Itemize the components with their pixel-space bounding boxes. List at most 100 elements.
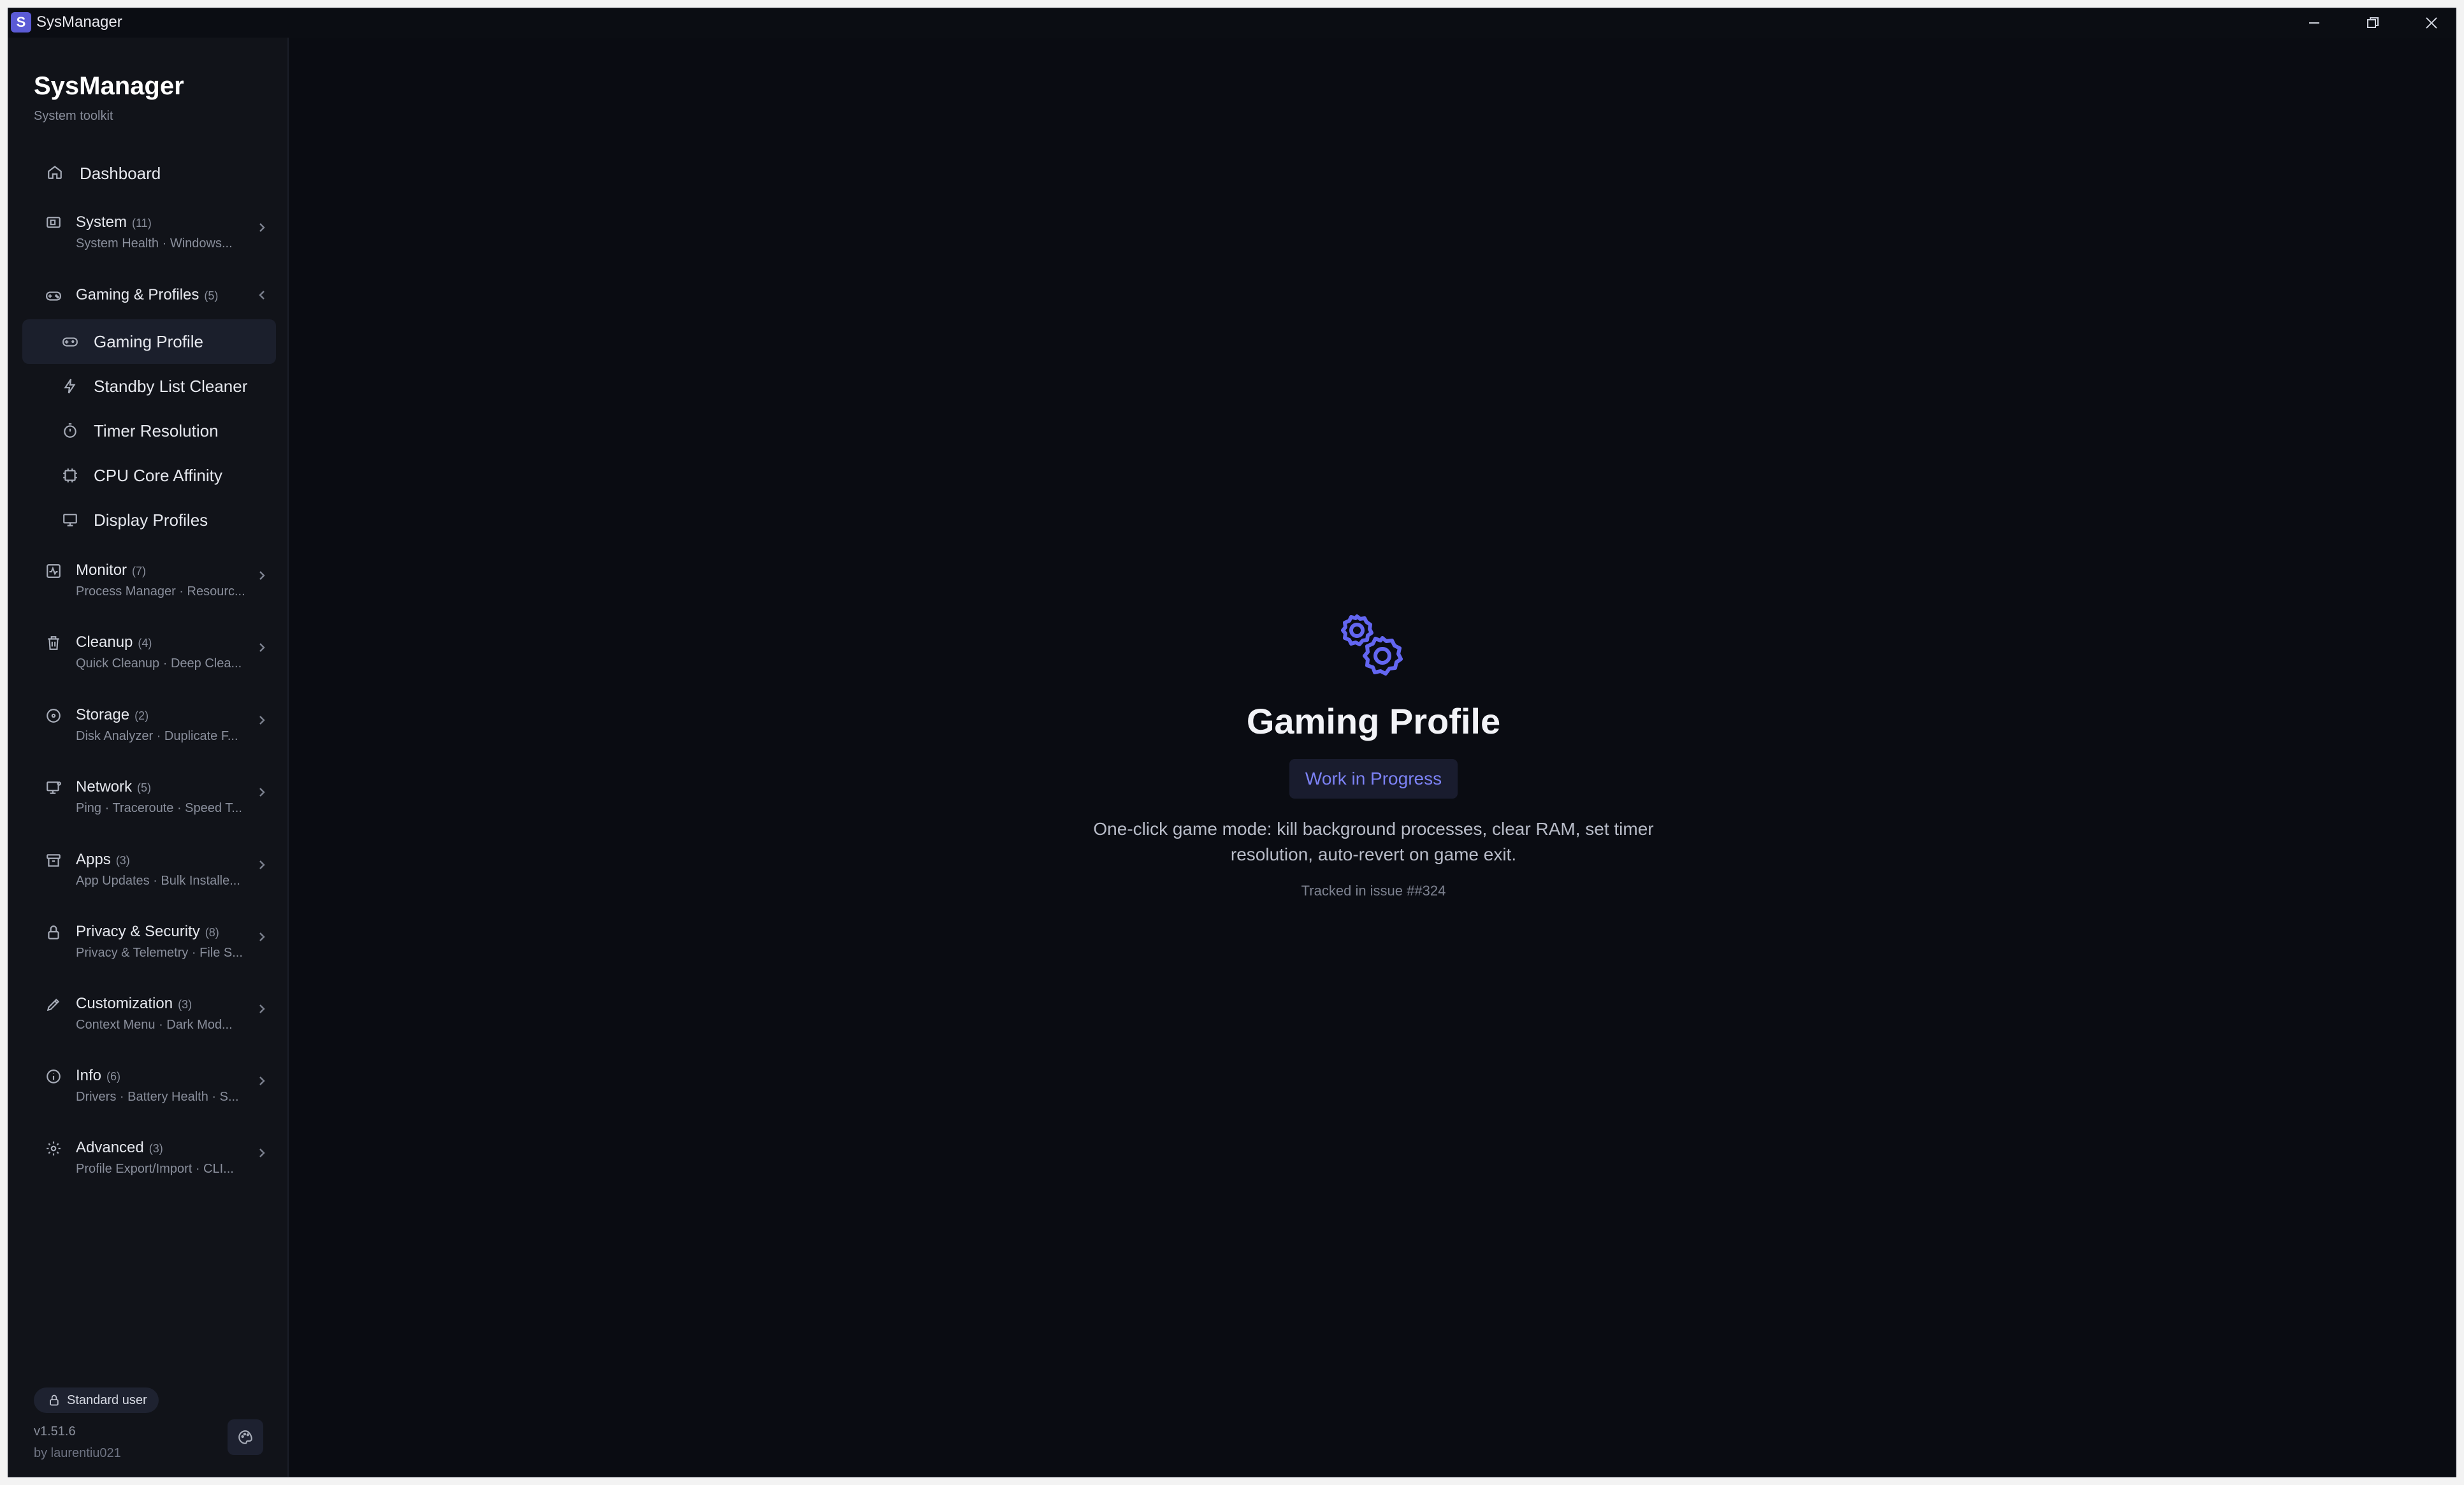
status-badge: Work in Progress [1289,759,1458,799]
sidebar-group-storage[interactable]: Storage (2) Disk Analyzer · Duplicate F..… [26,706,279,751]
sidebar-item-display-profiles[interactable]: Display Profiles [22,498,276,542]
sidebar-group-subtitle: Disk Analyzer · Duplicate F... [76,729,238,743]
sidebar-group-count: (4) [138,637,152,649]
info-icon [45,1068,62,1085]
chevron-left-icon [256,289,268,301]
sidebar-group-apps[interactable]: Apps (3) App Updates · Bulk Installe... [26,851,279,895]
sidebar-group-subtitle: Process Manager · Resourc... [76,584,245,598]
sidebar-group-label: Customization [76,995,173,1012]
feature-description: One-click game mode: kill background pro… [1093,819,1654,864]
gamepad-icon [45,287,62,304]
sidebar-group-subtitle: System Health · Windows... [76,236,233,250]
sidebar-group-count: (6) [106,1070,121,1083]
sidebar: SysManager System toolkit Dashboard Syst… [8,38,289,1477]
disk-icon [45,707,62,724]
sidebar-group-monitor[interactable]: Monitor (7) Process Manager · Resourc... [26,561,279,606]
sidebar-item-gaming-profile[interactable]: Gaming Profile [22,319,276,364]
sidebar-group-label: Monitor [76,561,127,579]
sidebar-group-customization[interactable]: Customization (3) Context Menu · Dark Mod… [26,995,279,1040]
app-version: v1.51.6 [34,1424,76,1438]
activity-icon [45,563,62,579]
sidebar-group-subtitle: Privacy & Telemetry · File S... [76,946,243,960]
sidebar-group-subtitle: Ping · Traceroute · Speed T... [76,801,242,815]
pencil-icon [45,996,62,1013]
main-content: Gaming Profile Work in Progress One-clic… [290,38,2456,1477]
network-icon [45,779,62,796]
chevron-right-icon [256,786,268,799]
sidebar-group-label: System [76,214,127,231]
sidebar-item-label: Standby List Cleaner [94,377,248,396]
user-role-label: Standard user [67,1393,147,1407]
sidebar-group-count: (11) [132,217,152,229]
gears-icon [1339,612,1409,683]
sidebar-group-gaming[interactable]: Gaming & Profiles (5) [26,286,279,312]
lightning-icon [62,378,78,395]
timer-icon [62,423,78,439]
monitor-icon [62,512,78,528]
sidebar-group-subtitle: Drivers · Battery Health · S... [76,1090,239,1104]
app-author: by laurentiu021 [34,1446,121,1460]
sidebar-group-count: (7) [132,565,147,577]
chevron-right-icon [256,1075,268,1087]
sidebar-group-count: (2) [134,709,149,722]
sidebar-group-subtitle: Profile Export/Import · CLI... [76,1162,234,1176]
sidebar-group-label: Gaming & Profiles [76,286,199,303]
chevron-right-icon [256,1003,268,1015]
sidebar-group-label: Network [76,778,133,795]
close-icon [2426,17,2437,29]
home-icon [47,164,63,180]
sidebar-item-label: Display Profiles [94,511,208,530]
sidebar-group-label: Storage [76,706,130,723]
sidebar-item-timer-resolution[interactable]: Timer Resolution [22,409,276,453]
sidebar-item-dashboard[interactable]: Dashboard [26,163,279,191]
chevron-right-icon [256,714,268,727]
sidebar-group-count: (3) [149,1142,163,1155]
chevron-right-icon [256,569,268,582]
theme-toggle-button[interactable] [228,1419,263,1455]
title-bar[interactable]: S SysManager [8,8,2456,38]
sidebar-group-cleanup[interactable]: Cleanup (4) Quick Cleanup · Deep Clea... [26,634,279,678]
sidebar-group-count: (3) [178,998,192,1011]
user-role-badge: Standard user [34,1387,159,1413]
gamepad-icon [62,333,78,350]
issue-reference: Tracked in issue ##324 [1301,883,1446,899]
sidebar-group-privacy-security[interactable]: Privacy & Security (8) Privacy & Telemetr… [26,923,279,967]
chevron-right-icon [256,221,268,234]
sidebar-group-label: Info [76,1067,102,1084]
chevron-right-icon [256,641,268,654]
archive-icon [45,852,62,869]
restore-button[interactable] [2344,8,2402,38]
sidebar-item-cpu-core-affinity[interactable]: CPU Core Affinity [22,453,276,498]
palette-icon [238,1430,252,1444]
lock-icon [50,1394,59,1406]
app-window: S SysManager SysManager System toolkit D… [8,8,2456,1477]
sidebar-group-label: Privacy & Security [76,923,200,940]
sidebar-group-count: (5) [137,781,152,794]
sidebar-group-system[interactable]: System (11) System Health · Windows... [26,214,279,258]
sidebar-item-standby-list-cleaner[interactable]: Standby List Cleaner [22,364,276,409]
sidebar-group-advanced[interactable]: Advanced (3) Profile Export/Import · CLI.… [26,1139,279,1184]
app-logo-icon: S [11,12,31,33]
brand-subtitle: System toolkit [34,109,113,123]
minimize-button[interactable] [2285,8,2344,38]
page-title: Gaming Profile [1246,701,1501,741]
sidebar-group-subtitle: Context Menu · Dark Mod... [76,1018,233,1032]
sidebar-group-label: Cleanup [76,634,133,651]
sidebar-item-label: Dashboard [80,164,161,183]
sidebar-group-label: Advanced [76,1139,144,1156]
trash-icon [45,635,62,651]
sidebar-group-subtitle: Quick Cleanup · Deep Clea... [76,656,242,670]
window-title: SysManager [36,13,122,31]
gear-icon [45,1140,62,1157]
sidebar-group-subtitle: App Updates · Bulk Installe... [76,874,240,888]
sidebar-item-label: CPU Core Affinity [94,466,222,485]
sidebar-group-count: (3) [115,854,130,867]
sidebar-group-count: (8) [205,926,219,939]
sidebar-group-network[interactable]: Network (5) Ping · Traceroute · Speed T..… [26,778,279,823]
sidebar-group-info[interactable]: Info (6) Drivers · Battery Health · S... [26,1067,279,1112]
chevron-right-icon [256,858,268,871]
lock-icon [45,924,62,941]
close-button[interactable] [2402,8,2456,38]
sidebar-item-label: Gaming Profile [94,332,203,351]
brand-title: SysManager [34,72,184,100]
